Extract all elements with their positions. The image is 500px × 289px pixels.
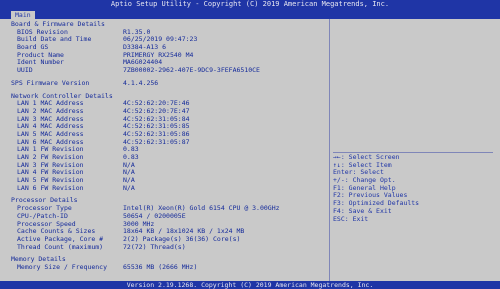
info-label: Thread Count (maximum) [17, 242, 104, 251]
title-bar: Aptio Setup Utility - Copyright (C) 2019… [0, 0, 500, 9]
tab-main[interactable]: Main [11, 11, 35, 19]
info-label: SPS Firmware Version [11, 78, 90, 87]
info-label: Memory Size / Frequency [17, 262, 108, 271]
info-label: UUID [17, 66, 33, 75]
info-value: 72(72) Thread(s) [123, 242, 186, 251]
help-item: ESC: Exit [333, 214, 369, 223]
app-title: Aptio Setup Utility - Copyright (C) 2019… [110, 0, 390, 8]
info-row-sps: SPS Firmware Version 4.1.4.256 [7, 78, 327, 88]
help-panel: →←: Select Screen ↑↓: Select Item Enter: S… [333, 152, 493, 223]
version-bar: Version 2.19.1268. Copyright (C) 2019 Am… [0, 281, 500, 289]
info-value: N/A [123, 183, 135, 192]
info-value: 65536 MB (2666 MHz) [123, 262, 198, 271]
info-value: 7ZB00002-2962-407E-9DC9-3FEFA6510CE [123, 66, 260, 75]
info-row: LAN 6 FW Revision N/A [7, 183, 327, 193]
info-row: UUID 7ZB00002-2962-407E-9DC9-3FEFA6510CE [7, 66, 327, 75]
info-row: Thread Count (maximum) 72(72) Thread(s) [7, 242, 327, 252]
pane-divider [329, 19, 330, 281]
info-row: Build Date and Time 06/25/2019 09:47:23 [7, 36, 327, 44]
version-text: Version 2.19.1268. Copyright (C) 2019 Am… [126, 281, 374, 289]
info-value: 4.1.4.256 [123, 78, 159, 87]
tab-bar: Main [0, 9, 500, 19]
main-info-panel: Board & Firmware Details BIOS Revision R1… [7, 19, 327, 281]
info-row: Memory Size / Frequency 65536 MB (2666 MH… [7, 262, 327, 272]
info-label: LAN 6 FW Revision [17, 183, 84, 192]
